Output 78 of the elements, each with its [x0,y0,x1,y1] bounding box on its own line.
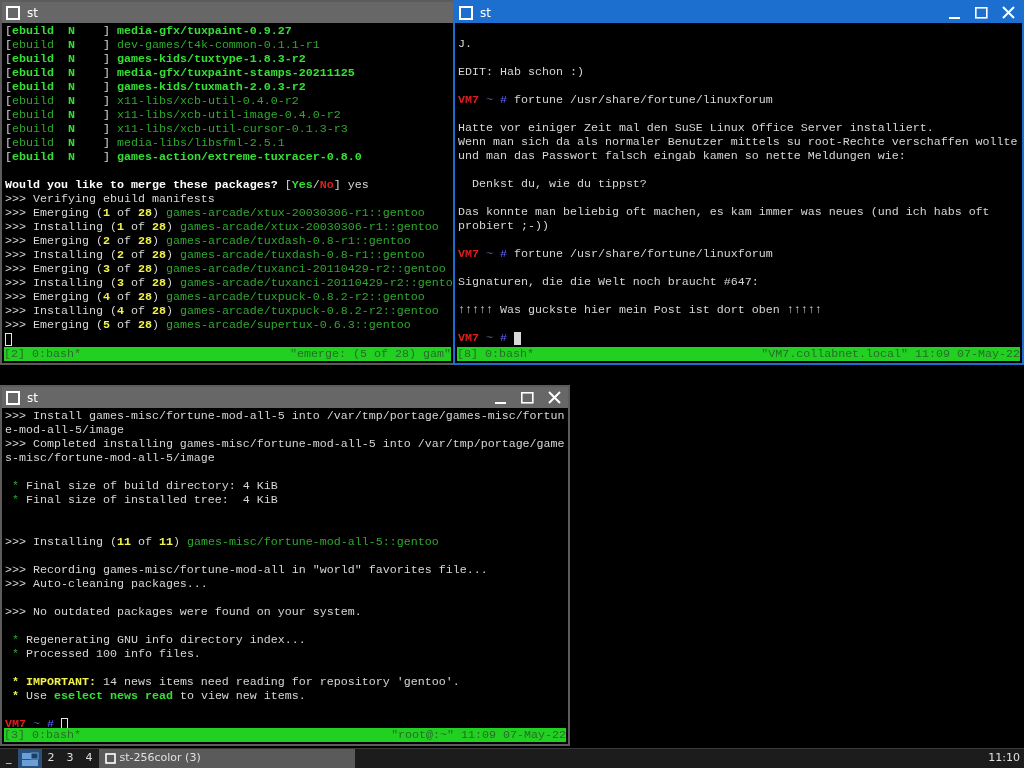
terminal-line: ↑↑↑↑↑ Was guckste hier mein Post ist dort oben ↑↑↑↑↑ [458,303,822,317]
terminal-line: [ebuild N ] media-libs/libsfml-2.5.1 [5,136,285,150]
desktop-button[interactable] [17,749,42,768]
terminal-line: J. [458,37,472,51]
terminal-line: * Use eselect news read to view new items. [11,689,306,703]
terminal-line: * Processed 100 info files. [11,647,201,661]
terminal-line: VM7 ~ # fortune /usr/share/fortune/linuxforum [458,93,773,107]
maximize-icon [520,391,534,404]
terminal-line: [ebuild N ] x11-libs/xcb-util-cursor-0.1.3-r3 [5,122,348,136]
terminal-line: >>> Emerging (2 of 28) games-arcade/tuxdash-0.8-r1::gentoo [5,234,411,248]
minimize-icon [948,16,960,19]
terminal-line: >>> Installing (3 of 28) games-arcade/tuxanci-20110429-r2::gento [5,276,453,290]
terminal-line: [ebuild N ] dev-games/t4k-common-0.1.1-r1 [5,38,320,52]
terminal-line: >>> No outdated packages were found on your system. [5,605,362,619]
terminal-line: [ebuild N ] media-gfx/tuxpaint-0.9.27 [5,24,292,38]
terminal-line: VM7 ~ # [5,717,55,728]
terminal-line: [ebuild N ] games-action/extreme-tuxracer-0.8.0 [5,150,362,164]
terminal-line: Would you like to merge these packages? [Yes/No] yes [5,178,369,192]
status-text: "root@:~" 11:09 07-May-22 [391,728,566,742]
terminal-line: * Regenerating GNU info directory index... [11,633,306,647]
status-text: [3] 0:bash* [4,728,81,742]
window-title: st [27,4,39,22]
terminal-line: EDIT: Hab schon :) [458,65,584,79]
terminal-line: Hatte vor einiger Zeit mal den SuSE Linux Office Server installiert. [458,121,934,135]
maximize-icon [974,6,988,19]
terminal-line: >>> Installing (11 of 11) games-misc/fortune-mod-all-5::gentoo [5,535,439,549]
terminal-line: >>> Completed installing games-misc/fortune-mod-all-5 into /var/tmp/portage/game [5,437,565,451]
terminal-line: Wenn man sich da als normaler Benutzer mittels su root-Rechte verschaffen wollte [458,135,1018,149]
task-button[interactable]: st-256color (3) [98,749,355,768]
terminal-line: VM7 ~ # fortune /usr/share/fortune/linuxforum [458,247,773,261]
terminal-line: >>> Verifying ebuild manifests [5,192,215,206]
terminal-line: [ebuild N ] games-kids/tuxmath-2.0.3-r2 [5,80,306,94]
window-title: st [27,389,39,407]
terminal-line: * IMPORTANT: 14 news items need reading for repository 'gentoo'. [11,675,460,689]
minimize-icon [494,401,506,404]
status-text: [2] 0:bash* [4,347,81,361]
terminal-line: e-mod-all-5/image [5,423,124,437]
terminal-line: und man das Passwort falsch eingab kamen so nette Meldungen wie: [458,149,906,163]
text-cursor [514,331,521,345]
clock: 11:10 [987,750,1021,767]
text-cursor [5,332,12,346]
terminal-line: >>> Installing (4 of 28) games-arcade/tuxpuck-0.8.2-r2::gentoo [5,304,439,318]
terminal-line: >>> Emerging (1 of 28) games-arcade/xtux-20030306-r1::gentoo [5,206,425,220]
close-icon [547,391,561,404]
terminal-line: >>> Emerging (3 of 28) games-arcade/tuxanci-20110429-r2::gentoo [5,262,446,276]
close-icon [1001,6,1015,19]
desktop-button[interactable]: 2 [41,749,61,768]
terminal-line: [ebuild N ] media-gfx/tuxpaint-stamps-20211125 [5,66,355,80]
terminal-line: >>> Recording games-misc/fortune-mod-all in "world" favorites file... [5,563,488,577]
window-icon [104,753,116,764]
terminal-line: Das konnte man beliebig oft machen, es kam immer was neues (und ich habs oft [458,205,990,219]
terminal-line: >>> Auto-cleaning packages... [5,577,208,591]
terminal-line: Denkst du, wie du tippst? [471,177,647,191]
desktop-button[interactable]: 4 [79,749,99,768]
pager-icon [20,750,39,767]
terminal-line: probiert ;-)) [458,219,549,233]
terminal-line: * Final size of build directory: 4 KiB [11,479,278,493]
show-desktop-button[interactable]: _ [0,749,18,768]
terminal-line: >>> Emerging (5 of 28) games-arcade/supertux-0.6.3::gentoo [5,318,411,332]
terminal-line: [ebuild N ] games-kids/tuxtype-1.8.3-r2 [5,52,306,66]
terminal-line: [ebuild N ] x11-libs/xcb-util-image-0.4.0-r2 [5,108,341,122]
terminal-line: >>> Install games-misc/fortune-mod-all-5 into /var/tmp/portage/games-misc/fortun [5,409,565,423]
window-menu-icon[interactable] [6,5,20,20]
desktop-button[interactable]: 3 [60,749,80,768]
status-text: "emerge: (5 of 28) gam" [290,347,451,361]
terminal-line: [ebuild N ] x11-libs/xcb-util-0.4.0-r2 [5,94,299,108]
status-text: "VM7.collabnet.local" 11:09 07-May-22 [761,347,1020,361]
terminal-line: >>> Installing (1 of 28) games-arcade/xtux-20030306-r1::gentoo [5,220,439,234]
status-text: [8] 0:bash* [457,347,534,361]
window-menu-icon[interactable] [6,390,20,405]
terminal-line: VM7 ~ # [458,331,508,345]
window-menu-icon[interactable] [459,5,473,20]
terminal-line: >>> Installing (2 of 28) games-arcade/tuxdash-0.8-r1::gentoo [5,248,425,262]
terminal-line: >>> Emerging (4 of 28) games-arcade/tuxpuck-0.8.2-r2::gentoo [5,290,425,304]
terminal-line: s-misc/fortune-mod-all-5/image [5,451,215,465]
window-title: st [480,4,492,22]
terminal-line: * Final size of installed tree: 4 KiB [11,493,278,507]
terminal-line: Signaturen, die die Welt noch braucht #647: [458,275,759,289]
